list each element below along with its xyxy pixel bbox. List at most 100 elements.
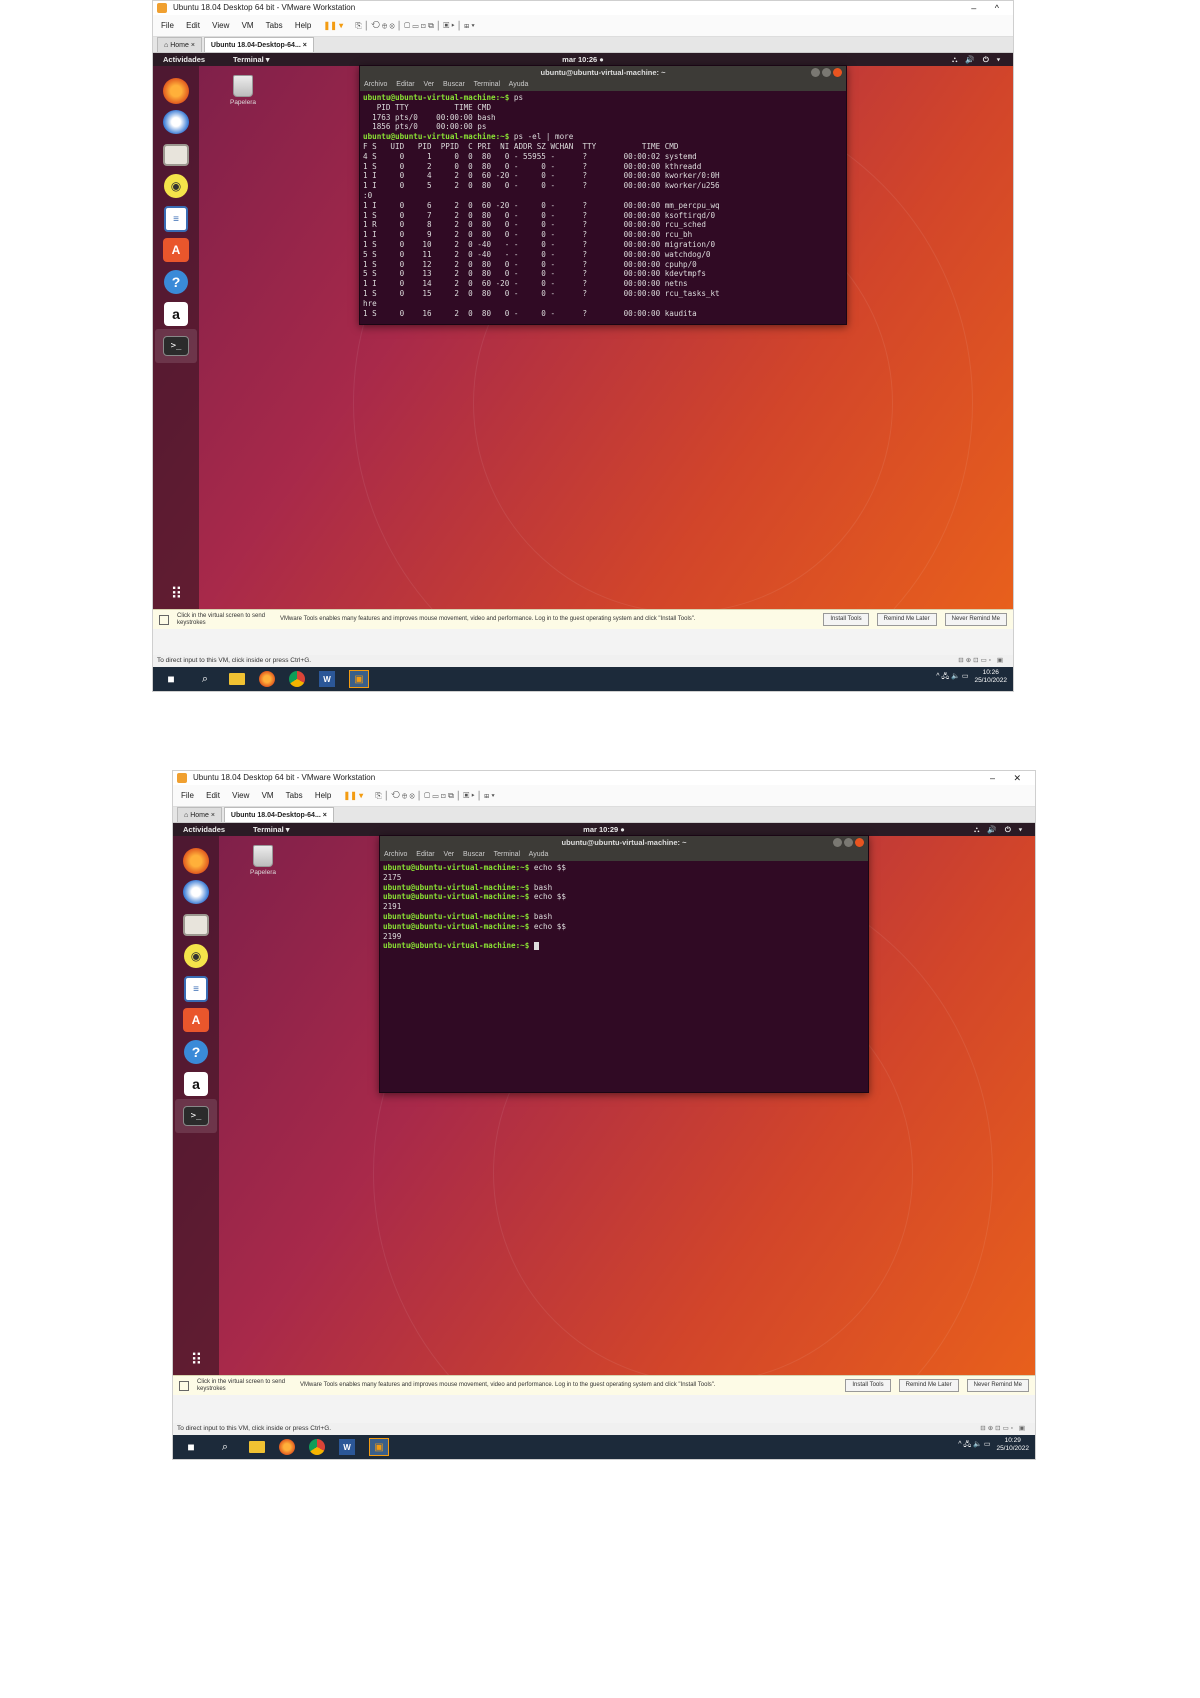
menu-edit[interactable]: Edit <box>186 21 200 30</box>
window-controls[interactable]: – ✕ <box>990 771 1029 785</box>
device-status-icons[interactable]: ⊟⊕⊡▭▫ ▣ <box>958 655 1005 667</box>
firefox-taskbar-icon[interactable] <box>259 671 275 687</box>
menu-vm[interactable]: VM <box>242 21 254 30</box>
ubuntu-desktop[interactable]: Actividades Terminal ▾ mar 10:26 ● ⛬ 🔊 ⏻… <box>153 53 1013 611</box>
system-menu[interactable]: ⛬ 🔊 ⏻ ▾ <box>952 53 1003 66</box>
menu-tabs[interactable]: Tabs <box>286 791 303 800</box>
term-menu-terminal[interactable]: Terminal <box>474 81 500 88</box>
term-menu-editar[interactable]: Editar <box>396 81 414 88</box>
terminal-window[interactable]: ubuntu@ubuntu-virtual-machine: ~ Archivo… <box>379 835 869 1093</box>
install-tools-button[interactable]: Install Tools <box>845 1379 891 1392</box>
tab-ubuntu-vm[interactable]: Ubuntu 18.04-Desktop-64... × <box>203 37 314 52</box>
files-icon[interactable] <box>183 914 209 936</box>
firefox-icon[interactable] <box>183 848 209 874</box>
window-controls[interactable]: – ^ <box>971 1 1007 15</box>
thunderbird-icon[interactable] <box>183 880 209 904</box>
menu-help[interactable]: Help <box>315 791 331 800</box>
word-icon[interactable]: W <box>339 1439 355 1455</box>
minimize-icon[interactable] <box>833 838 842 847</box>
terminal-title-bar[interactable]: ubuntu@ubuntu-virtual-machine: ~ <box>380 836 868 849</box>
windows-start-icon[interactable]: ■ <box>161 671 181 687</box>
term-menu-ayuda[interactable]: Ayuda <box>529 851 549 858</box>
chrome-icon[interactable] <box>289 671 305 687</box>
menu-tabs[interactable]: Tabs <box>266 21 283 30</box>
close-icon[interactable] <box>833 68 842 77</box>
vmware-taskbar-icon[interactable]: ▣ <box>349 670 369 688</box>
term-menu-archivo[interactable]: Archivo <box>384 851 407 858</box>
term-menu-ayuda[interactable]: Ayuda <box>509 81 529 88</box>
file-explorer-icon[interactable] <box>249 1441 265 1453</box>
term-menu-terminal[interactable]: Terminal <box>494 851 520 858</box>
term-menu-editar[interactable]: Editar <box>416 851 434 858</box>
rhythmbox-icon[interactable]: ◉ <box>164 174 188 198</box>
menu-help[interactable]: Help <box>295 21 311 30</box>
menu-vm[interactable]: VM <box>262 791 274 800</box>
help-icon[interactable]: ? <box>184 1040 208 1064</box>
terminal-output[interactable]: ubuntu@ubuntu-virtual-machine:~$ echo $$… <box>380 861 868 953</box>
pause-icon[interactable]: ❚❚ ▾ <box>344 791 364 800</box>
never-remind-button[interactable]: Never Remind Me <box>944 613 1007 626</box>
show-applications-icon[interactable]: ⠿ <box>187 1352 205 1370</box>
device-status-icons[interactable]: ⊟⊕⊡▭▫ ▣ <box>980 1423 1027 1435</box>
thunderbird-icon[interactable] <box>163 110 189 134</box>
amazon-icon[interactable]: a <box>184 1072 208 1096</box>
terminal-line: 1 S 0 7 2 0 80 0 - 0 - ? 00:00:00 ksofti… <box>363 211 843 221</box>
terminal-window[interactable]: ubuntu@ubuntu-virtual-machine: ~ Archivo… <box>359 65 847 325</box>
terminal-output[interactable]: ubuntu@ubuntu-virtual-machine:~$ ps PID … <box>360 91 846 320</box>
trash-desktop-item[interactable]: Papelera <box>243 845 283 876</box>
never-remind-button[interactable]: Never Remind Me <box>966 1379 1029 1392</box>
maximize-icon[interactable] <box>822 68 831 77</box>
menu-view[interactable]: View <box>212 21 229 30</box>
windows-start-icon[interactable]: ■ <box>181 1439 201 1455</box>
libreoffice-writer-icon[interactable]: ≡ <box>164 206 188 232</box>
firefox-taskbar-icon[interactable] <box>279 1439 295 1455</box>
remind-later-button[interactable]: Remind Me Later <box>898 1379 959 1392</box>
tab-home[interactable]: ⌂ Home × <box>157 37 202 52</box>
term-menu-buscar[interactable]: Buscar <box>443 81 465 88</box>
menu-view[interactable]: View <box>232 791 249 800</box>
files-icon[interactable] <box>163 144 189 166</box>
toolbar-icons[interactable]: ⎘ │ ⟲ ⊕ ⊗ │ ▢ ▭ ⊡ ⧉ │ ▣ ▸ │ ⊞ ▾ <box>355 21 474 30</box>
close-icon[interactable] <box>855 838 864 847</box>
ubuntu-desktop[interactable]: Actividades Terminal ▾ mar 10:29 ● ⛬ 🔊 ⏻… <box>173 823 1035 1375</box>
minimize-icon[interactable] <box>811 68 820 77</box>
tray-icons[interactable]: ^ 🖧 🔈 ▭ <box>936 672 968 683</box>
term-menu-ver[interactable]: Ver <box>424 81 435 88</box>
search-icon[interactable]: ⌕ <box>195 671 215 687</box>
term-menu-archivo[interactable]: Archivo <box>364 81 387 88</box>
firefox-icon[interactable] <box>163 78 189 104</box>
term-menu-ver[interactable]: Ver <box>444 851 455 858</box>
rhythmbox-icon[interactable]: ◉ <box>184 944 208 968</box>
help-icon[interactable]: ? <box>164 270 188 294</box>
software-center-icon[interactable]: A <box>183 1008 209 1032</box>
terminal-icon[interactable]: >_ <box>163 336 189 356</box>
tray-icons[interactable]: ^ 🖧 🔈 ▭ <box>958 1440 990 1451</box>
chrome-icon[interactable] <box>309 1439 325 1455</box>
menu-file[interactable]: File <box>161 21 174 30</box>
install-tools-button[interactable]: Install Tools <box>823 613 869 626</box>
toolbar-icons[interactable]: ⎘ │ ⟲ ⊕ ⊗ │ ▢ ▭ ⊡ ⧉ │ ▣ ▸ │ ⊞ ▾ <box>375 791 494 800</box>
terminal-icon[interactable]: >_ <box>183 1106 209 1126</box>
vmware-taskbar-icon[interactable]: ▣ <box>369 1438 389 1456</box>
word-icon[interactable]: W <box>319 671 335 687</box>
tab-home[interactable]: ⌂ Home × <box>177 807 222 822</box>
system-menu[interactable]: ⛬ 🔊 ⏻ ▾ <box>974 823 1025 836</box>
trash-desktop-item[interactable]: Papelera <box>223 75 263 106</box>
search-icon[interactable]: ⌕ <box>215 1439 235 1455</box>
maximize-icon[interactable] <box>844 838 853 847</box>
software-center-icon[interactable]: A <box>163 238 189 262</box>
tab-ubuntu-vm[interactable]: Ubuntu 18.04-Desktop-64... × <box>223 807 334 822</box>
menu-file[interactable]: File <box>181 791 194 800</box>
trash-icon <box>253 845 273 867</box>
tray-clock[interactable]: 10:29 25/10/2022 <box>996 1437 1029 1453</box>
amazon-icon[interactable]: a <box>164 302 188 326</box>
menu-edit[interactable]: Edit <box>206 791 220 800</box>
pause-icon[interactable]: ❚❚ ▾ <box>324 21 344 30</box>
file-explorer-icon[interactable] <box>229 673 245 685</box>
libreoffice-writer-icon[interactable]: ≡ <box>184 976 208 1002</box>
term-menu-buscar[interactable]: Buscar <box>463 851 485 858</box>
show-applications-icon[interactable]: ⠿ <box>167 586 185 604</box>
terminal-title-bar[interactable]: ubuntu@ubuntu-virtual-machine: ~ <box>360 66 846 79</box>
tray-clock[interactable]: 10:26 25/10/2022 <box>974 669 1007 685</box>
remind-later-button[interactable]: Remind Me Later <box>876 613 937 626</box>
